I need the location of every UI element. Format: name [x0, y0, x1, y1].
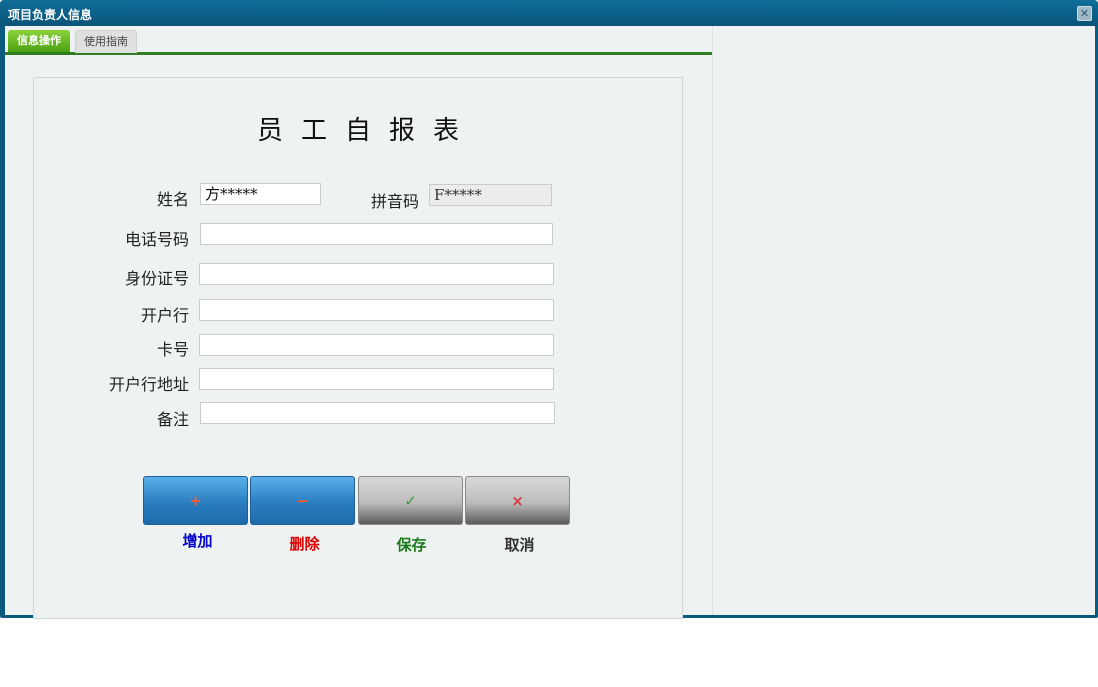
bank-label: 开户行 [140, 306, 189, 325]
delete-caption[interactable]: 删除 [252, 533, 357, 554]
dialog-content: 信息操作 使用指南 员工自报表 姓名 方***** 拼音码 F***** 电话号… [5, 26, 1095, 619]
name-field[interactable]: 方***** [200, 183, 321, 205]
delete-button[interactable]: − [250, 476, 355, 525]
title-bar[interactable]: 项目负责人信息 ✕ [0, 0, 1098, 26]
card-number-field[interactable] [199, 334, 554, 356]
add-caption[interactable]: 增加 [145, 530, 250, 551]
phone-label: 电话号码 [124, 230, 189, 249]
remark-label: 备注 [156, 410, 189, 429]
check-icon: ✓ [404, 492, 417, 510]
employee-form: 员工自报表 姓名 方***** 拼音码 F***** 电话号码 身份证号 开户行… [33, 77, 683, 619]
save-caption[interactable]: 保存 [359, 534, 464, 555]
side-panel [712, 26, 1095, 615]
pinyin-label: 拼音码 [370, 192, 419, 211]
bank-field[interactable] [199, 299, 554, 321]
dialog-window: 项目负责人信息 ✕ 信息操作 使用指南 员工自报表 姓名 方***** 拼音码 … [0, 0, 1098, 619]
id-number-label: 身份证号 [124, 269, 189, 288]
cancel-caption[interactable]: 取消 [467, 534, 572, 555]
card-number-label: 卡号 [156, 340, 189, 359]
bank-address-field[interactable] [199, 368, 554, 390]
plus-icon: + [189, 492, 202, 510]
cancel-button[interactable]: × [465, 476, 570, 525]
bank-address-label: 开户行地址 [108, 375, 189, 394]
tab-user-guide[interactable]: 使用指南 [75, 30, 137, 53]
id-number-field[interactable] [199, 263, 554, 285]
add-button[interactable]: + [143, 476, 248, 525]
form-title: 员工自报表 [256, 116, 477, 146]
tab-info-operation[interactable]: 信息操作 [8, 30, 70, 52]
close-icon[interactable]: ✕ [1077, 6, 1092, 21]
name-label: 姓名 [156, 190, 189, 209]
minus-icon: − [296, 492, 309, 510]
pinyin-field[interactable]: F***** [429, 184, 552, 206]
x-icon: × [511, 492, 524, 510]
save-button[interactable]: ✓ [358, 476, 463, 525]
window-title: 项目负责人信息 [8, 8, 93, 22]
tab-strip: 信息操作 使用指南 [5, 26, 712, 55]
phone-field[interactable] [200, 223, 553, 245]
remark-field[interactable] [200, 402, 555, 424]
